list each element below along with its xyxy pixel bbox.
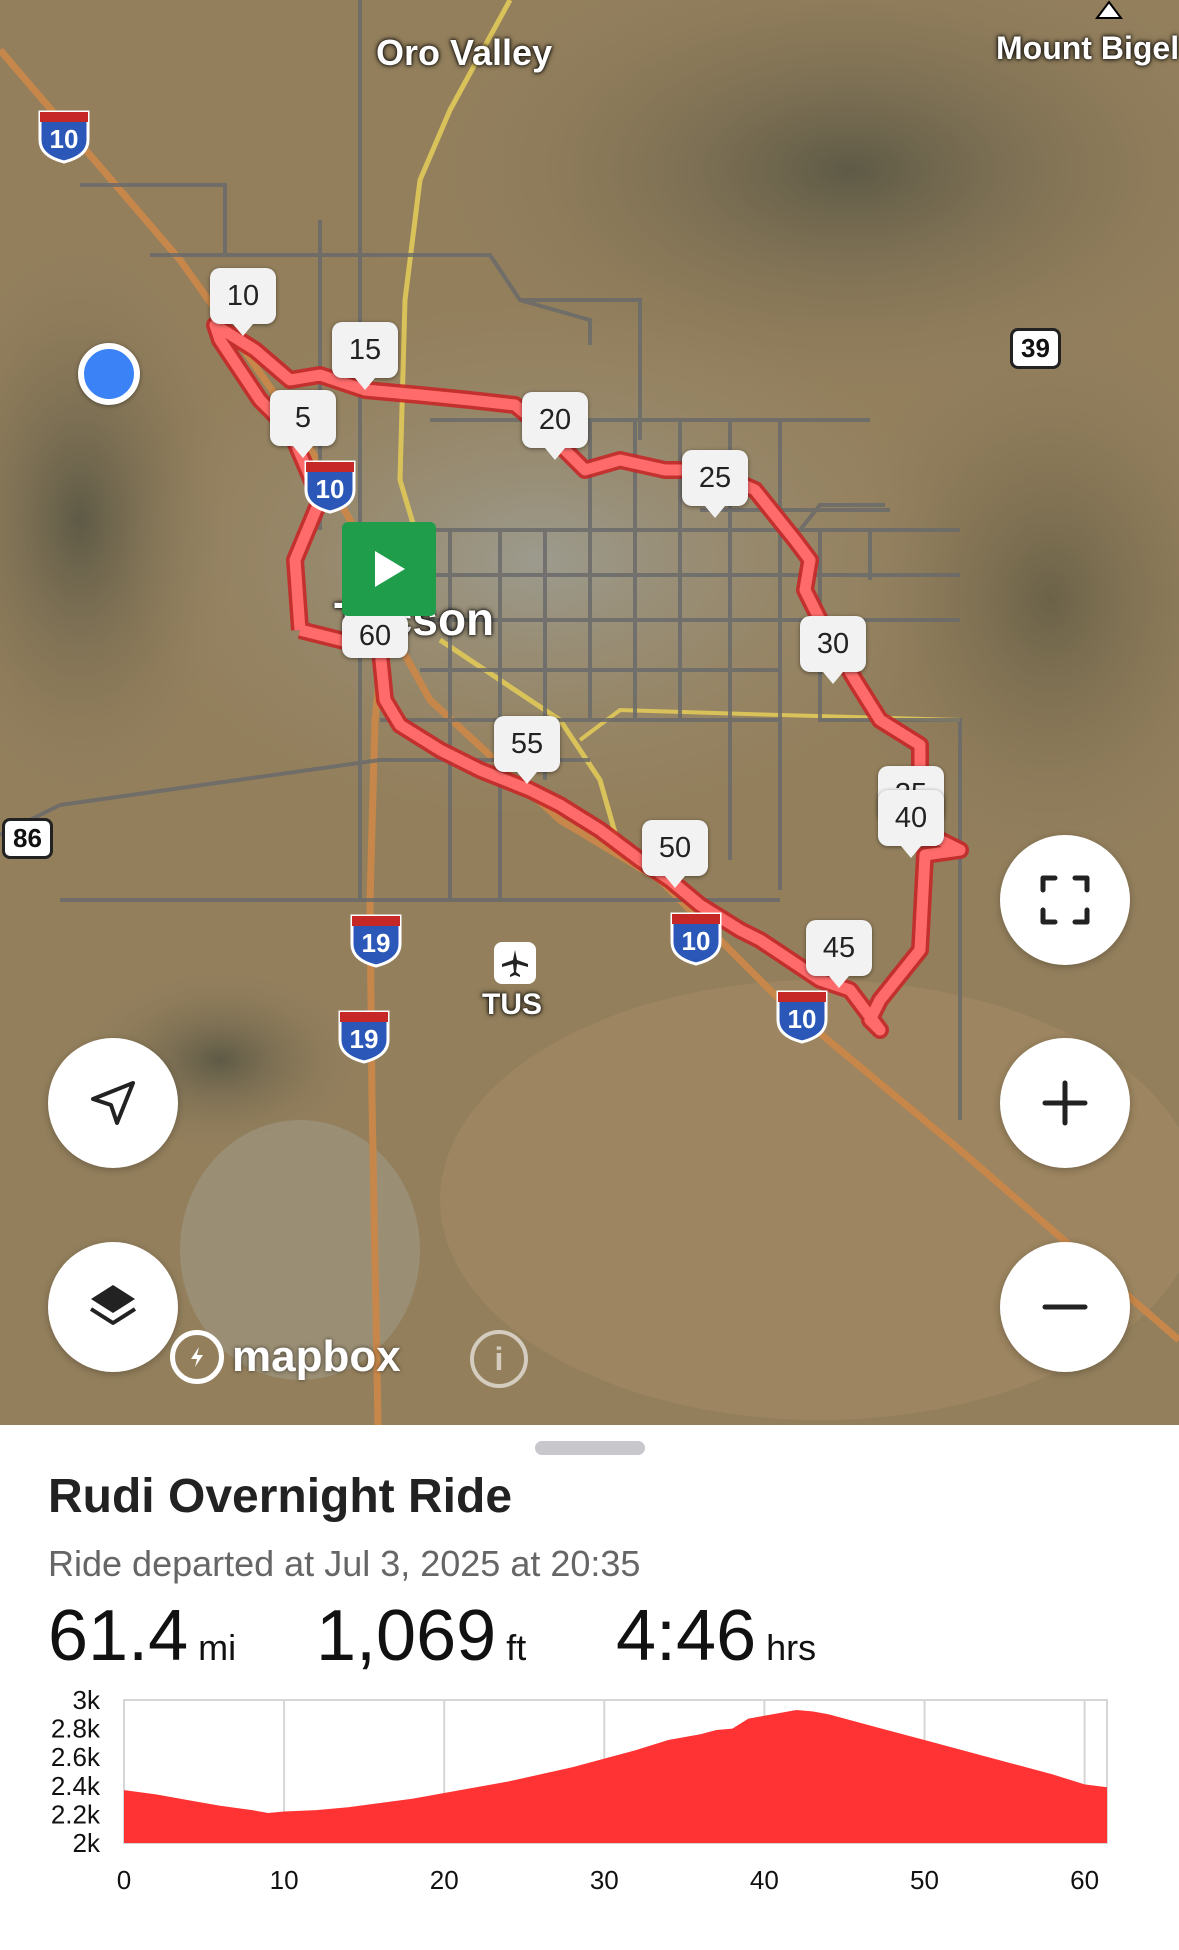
distance-marker[interactable]: 40 [878,790,944,858]
interstate-10-shield: 10 [776,990,828,1044]
route-86-shield: 86 [2,818,53,859]
place-label-mount-bigelow: Mount Bigel [996,30,1179,66]
ride-title: Rudi Overnight Ride [48,1470,513,1523]
minus-icon [1042,1304,1088,1310]
duration-value: 4:46 [616,1596,757,1676]
current-location-dot [78,343,140,405]
y-tick-label: 2.8k [51,1714,101,1744]
map-view[interactable]: Oro Valley Mount Bigel Tucson TUS 10 10 … [0,0,1179,1425]
distance-marker[interactable]: 25 [682,450,748,518]
distance-value: 61.4 [48,1596,189,1676]
elevation-profile-chart[interactable]: 2k2.2k2.4k2.6k2.8k3k 0 10 20 30 40 50 60 [0,1685,1179,1950]
fullscreen-button[interactable] [1000,835,1130,965]
x-tick-label: 30 [590,1865,619,1895]
distance-stat: 61.4 mi [48,1595,236,1677]
distance-marker[interactable]: 15 [332,322,398,390]
peak-icon [1094,0,1124,20]
zoom-in-button[interactable] [1000,1038,1130,1168]
distance-marker[interactable]: 45 [806,920,872,988]
distance-marker[interactable]: 60 [342,614,408,658]
y-tick-label: 2k [73,1828,101,1858]
y-tick-label: 2.2k [51,1799,101,1829]
duration-stat: 4:46 hrs [616,1595,816,1677]
ride-route [206,316,969,1039]
distance-unit: mi [198,1627,237,1668]
x-tick-label: 50 [910,1865,939,1895]
airport-icon [494,942,536,984]
elevation-value: 1,069 [316,1596,497,1676]
y-tick-label: 2.6k [51,1742,101,1772]
elevation-stat: 1,069 ft [316,1595,526,1677]
distance-marker[interactable]: 20 [522,392,588,460]
distance-marker[interactable]: 50 [642,820,708,888]
distance-marker[interactable]: 55 [494,716,560,784]
x-tick-label: 40 [750,1865,779,1895]
start-marker[interactable] [342,522,436,616]
mapbox-wordmark: mapbox [232,1332,401,1381]
distance-marker[interactable]: 30 [800,616,866,684]
interstate-10-shield: 10 [38,110,90,164]
distance-marker[interactable]: 5 [270,390,336,458]
mapbox-icon [170,1330,224,1384]
attribution-info-button[interactable]: i [470,1330,528,1388]
ride-details-sheet: Rudi Overnight Ride Ride departed at Jul… [0,1425,1179,1950]
layers-icon [89,1285,137,1325]
mapbox-logo: mapbox [170,1330,401,1384]
sheet-drag-handle[interactable] [535,1441,645,1455]
place-label-oro-valley: Oro Valley [376,32,553,73]
plus-icon [1042,1080,1088,1126]
duration-unit: hrs [766,1627,817,1668]
route-39-shield: 39 [1010,328,1061,369]
x-tick-label: 60 [1070,1865,1099,1895]
interstate-10-shield: 10 [304,460,356,514]
interstate-19-shield: 19 [338,1010,390,1064]
ride-departure: Ride departed at Jul 3, 2025 at 20:35 [48,1543,641,1584]
layers-button[interactable] [48,1242,178,1372]
distance-marker[interactable]: 10 [210,268,276,336]
x-tick-label: 20 [430,1865,459,1895]
y-tick-label: 3k [73,1685,101,1715]
interstate-10-shield: 10 [670,912,722,966]
x-tick-label: 10 [270,1865,299,1895]
interstate-19-shield: 19 [350,914,402,968]
x-tick-label: 0 [117,1865,131,1895]
zoom-out-button[interactable] [1000,1242,1130,1372]
elevation-unit: ft [506,1627,527,1668]
airport-label: TUS [482,988,542,1021]
navigation-arrow-icon [91,1081,135,1125]
start-flag-icon [375,551,405,587]
recenter-button[interactable] [48,1038,178,1168]
fullscreen-icon [1040,875,1090,925]
y-tick-label: 2.4k [51,1771,101,1801]
